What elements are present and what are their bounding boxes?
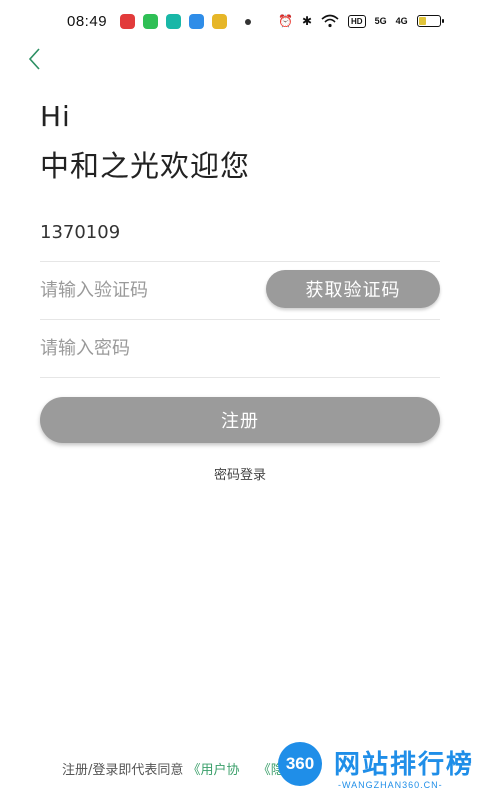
password-field-row [40, 319, 440, 378]
signal-5g-icon: 5G [374, 16, 387, 26]
agreement-footer: 注册/登录即代表同意 《用户协 《隐私政 [62, 759, 310, 778]
password-input[interactable] [40, 331, 260, 365]
watermark-subtitle: -WANGZHAN360.CN- [338, 780, 443, 790]
app-notification-icon [212, 14, 227, 29]
user-agreement-link[interactable]: 《用户协 [188, 763, 240, 778]
hd-voice-icon: HD [348, 14, 366, 28]
app-notification-icon [166, 14, 181, 29]
code-field-row: 获取验证码 [40, 261, 440, 320]
app-notification-icon [120, 14, 135, 29]
watermark-logo: 360 网站排行榜 -WANGZHAN360.CN- [278, 738, 478, 798]
bluetooth-icon: ✱ [301, 14, 313, 28]
phone-input[interactable] [40, 215, 260, 249]
app-notification-icon [189, 14, 204, 29]
get-code-button[interactable]: 获取验证码 [266, 270, 440, 308]
password-login-row: 密码登录 [0, 464, 480, 483]
greeting-hi: Hi [40, 100, 71, 133]
alarm-icon: ⏰ [278, 14, 293, 28]
agreement-prefix: 注册/登录即代表同意 [62, 763, 184, 778]
watermark-title: 网站排行榜 [334, 750, 475, 780]
password-login-link[interactable]: 密码登录 [214, 468, 266, 483]
greeting-welcome: 中和之光欢迎您 [40, 149, 251, 183]
chevron-left-icon[interactable] [24, 46, 48, 72]
battery-icon [416, 15, 444, 27]
notification-app-icons [120, 14, 227, 29]
more-notifications-dot-icon [245, 19, 251, 25]
watermark-badge: 360 [278, 742, 322, 786]
system-icons: ⏰ ✱ HD 5G 4G [278, 13, 444, 29]
status-time: 08:49 [67, 13, 108, 30]
verification-code-input[interactable] [40, 273, 260, 307]
phone-field-row [40, 203, 440, 262]
register-button[interactable]: 注册 [40, 397, 440, 443]
status-bar: 08:49 ⏰ ✱ HD 5G 4G [0, 0, 480, 44]
wifi-icon [321, 14, 339, 28]
signal-4g-icon: 4G [395, 16, 408, 26]
app-notification-icon [143, 14, 158, 29]
battery-level [418, 17, 426, 25]
